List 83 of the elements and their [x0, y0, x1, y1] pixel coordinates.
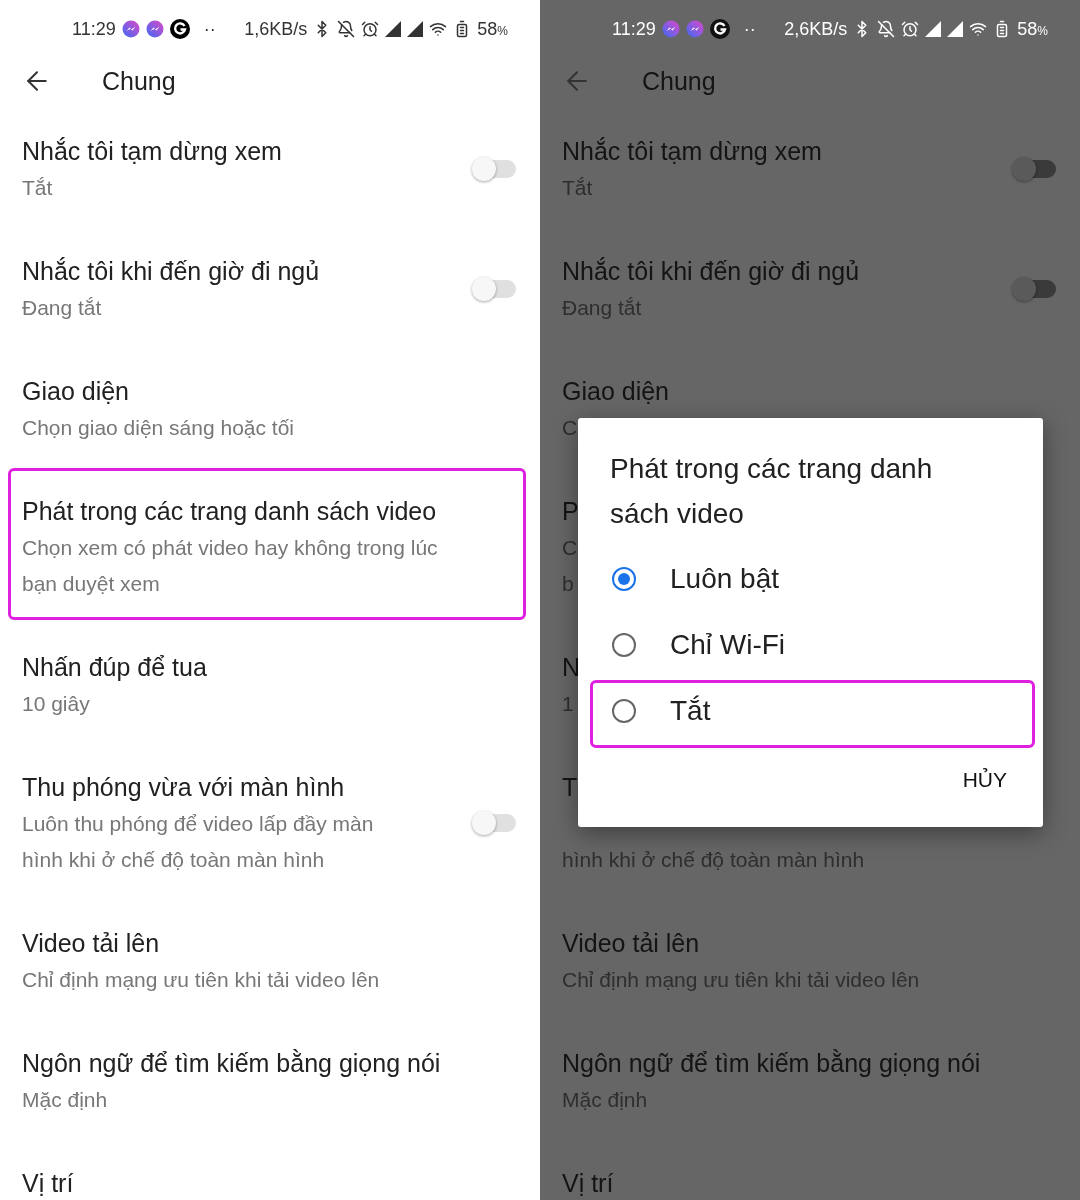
setting-description: Chọn giao diện sáng hoặc tối [22, 415, 295, 441]
signal-icon [947, 21, 964, 37]
setting-title: Giao diện [562, 376, 670, 407]
setting-title: Video tải lên [562, 928, 700, 959]
setting-title: Ngôn ngữ để tìm kiếm bằng giọng nói [22, 1048, 441, 1079]
setting-title: Nhắc tôi tạm dừng xem [22, 136, 282, 167]
setting-title: Nhắc tôi khi đến giờ đi ngủ [562, 256, 860, 287]
setting-title: Thu phóng vừa với màn hình [22, 772, 345, 803]
setting-row[interactable]: Giao diện Chọn giao diện sáng hoặc tối [0, 350, 540, 470]
status-time: 11:29 [72, 18, 116, 40]
setting-description: Đang tắt [562, 295, 642, 321]
setting-description: hình khi ở chế độ toàn màn hình [22, 847, 325, 873]
setting-row[interactable]: Nhắc tôi khi đến giờ đi ngủ Đang tắt [0, 230, 540, 350]
setting-description: hình khi ở chế độ toàn màn hình [562, 847, 865, 873]
network-speed: 1,6KB/s [244, 18, 308, 40]
battery-percent: 58 [477, 18, 498, 40]
setting-title: Giao diện [22, 376, 130, 407]
option-label[interactable]: Chỉ Wi-Fi [670, 629, 786, 661]
network-speed: 2,6KB/s [784, 18, 848, 40]
setting-row[interactable]: Video tải lên Chỉ định mạng ưu tiên khi tải video lên [0, 902, 540, 1022]
setting-description: Mặc định [22, 1087, 108, 1113]
setting-title: Video tải lên [22, 928, 160, 959]
setting-description: Đang tắt [22, 295, 102, 321]
battery-percent: 58 [1017, 18, 1038, 40]
toggle-switch[interactable] [474, 280, 516, 298]
percent-sign: % [1037, 23, 1048, 38]
page-title: Chung [642, 66, 716, 96]
setting-description: Tắt [22, 175, 53, 201]
signal-icon [925, 21, 942, 37]
radio-button[interactable] [612, 699, 636, 723]
setting-title: N [562, 652, 581, 683]
setting-description: 10 giây [22, 691, 90, 717]
bell-off-icon [337, 20, 356, 38]
more-notifications: ·· [203, 18, 216, 40]
signal-icon [385, 21, 402, 37]
setting-description: Luôn thu phóng để video lấp đầy màn [22, 811, 374, 837]
setting-row[interactable]: Phát trong các trang danh sách video Chọn xem có phát video hay không trong lúc bạn duyệt xem [0, 470, 540, 626]
setting-description: Chỉ định mạng ưu tiên khi tải video lên [22, 967, 380, 993]
setting-title: P [562, 496, 579, 527]
signal-icon [407, 21, 424, 37]
g-logo-icon [709, 19, 730, 39]
messenger-icon [685, 20, 704, 38]
messenger-icon [121, 20, 140, 38]
toggle-switch[interactable] [1014, 280, 1056, 298]
setting-title: T [562, 772, 578, 803]
setting-title: Nhắc tôi tạm dừng xem [562, 136, 822, 167]
setting-title: Vị trí [22, 1168, 74, 1199]
toggle-switch[interactable] [474, 814, 516, 832]
setting-description: Chọn xem có phát video hay không trong lúc [22, 535, 438, 561]
setting-description: Tắt [562, 175, 593, 201]
toggle-switch[interactable] [474, 160, 516, 178]
cancel-button[interactable]: HỦY [960, 760, 1009, 800]
setting-row[interactable]: Nhắc tôi tạm dừng xem Tắt [0, 110, 540, 230]
setting-title: Nhắc tôi khi đến giờ đi ngủ [22, 256, 320, 287]
option-label[interactable]: Luôn bật [670, 563, 779, 595]
setting-row[interactable]: Ngôn ngữ để tìm kiếm bằng giọng nói Mặc định [0, 1022, 540, 1142]
setting-title: Vị trí [562, 1168, 614, 1199]
setting-title: Phát trong các trang danh sách video [22, 496, 437, 527]
setting-title: Ngôn ngữ để tìm kiếm bằng giọng nói [562, 1048, 981, 1079]
setting-row[interactable]: Vị trí [0, 1142, 540, 1200]
radio-button[interactable] [612, 633, 636, 657]
setting-description: bạn duyệt xem [22, 571, 160, 597]
option-label[interactable]: Tắt [670, 695, 711, 727]
percent-sign: % [497, 23, 508, 38]
setting-row[interactable]: Thu phóng vừa với màn hình Luôn thu phóng để video lấp đầy màn hình khi ở chế độ toàn màn hình [0, 746, 540, 902]
setting-row[interactable]: Nhấn đúp để tua 10 giây [0, 626, 540, 746]
status-time: 11:29 [612, 18, 656, 40]
page-title: Chung [102, 66, 176, 96]
more-notifications: ·· [743, 18, 756, 40]
setting-title: Nhấn đúp để tua [22, 652, 207, 683]
bell-off-icon [877, 20, 896, 38]
messenger-icon [661, 20, 680, 38]
alarm-icon [361, 20, 380, 38]
messenger-icon [145, 20, 164, 38]
alarm-icon [901, 20, 920, 38]
radio-button[interactable] [612, 567, 636, 591]
toggle-switch[interactable] [1014, 160, 1056, 178]
wifi-icon [429, 20, 448, 38]
setting-description: Mặc định [562, 1087, 648, 1113]
dialog-title: Phát trong các trang danh sách video [610, 452, 934, 531]
setting-description: Chỉ định mạng ưu tiên khi tải video lên [562, 967, 920, 993]
g-logo-icon [169, 19, 190, 39]
wifi-icon [969, 20, 988, 38]
